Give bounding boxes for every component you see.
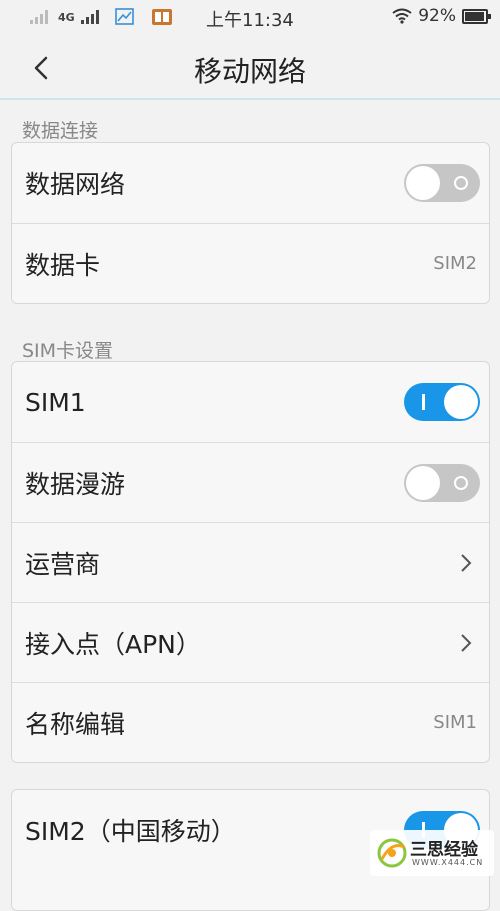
section-label-data: 数据连接: [22, 120, 99, 142]
row-label-sim2: SIM2（中国移动）: [25, 817, 236, 846]
reader-notification-icon: [151, 9, 172, 25]
battery-icon: [462, 8, 491, 24]
header-divider: [0, 98, 500, 100]
status-time: 上午11:34: [206, 10, 294, 31]
row-label-data-network: 数据网络: [25, 170, 126, 199]
watermark-name: 三思经验: [410, 840, 478, 860]
card-sim-settings: SIM1 数据漫游 运营商 接入点（APN） 名称编辑 SIM1: [11, 361, 490, 763]
row-label-sim1: SIM1: [25, 387, 86, 417]
row-label-data-roaming: 数据漫游: [25, 469, 126, 499]
card-data-connection: 数据网络 数据卡 SIM2: [11, 142, 490, 304]
chevron-right-icon: [461, 553, 472, 572]
sim1-toggle[interactable]: [404, 383, 480, 421]
row-name-edit[interactable]: 名称编辑 SIM1: [12, 682, 489, 762]
watermark-url: WWW.X444.CN: [412, 858, 484, 867]
data-card-value: SIM2: [433, 253, 477, 274]
row-label-name-edit: 名称编辑: [25, 709, 126, 739]
data-network-toggle[interactable]: [404, 164, 480, 202]
page-title: 移动网络: [193, 55, 306, 88]
wifi-icon: [392, 8, 412, 24]
status-icons-right: 92%: [392, 6, 491, 26]
chevron-right-icon: [461, 633, 472, 652]
row-sim1[interactable]: SIM1: [12, 362, 489, 442]
signal-sim2-icon: [80, 10, 99, 24]
gallery-notification-icon: [114, 8, 134, 25]
watermark-logo-icon: [377, 838, 407, 868]
row-data-roaming[interactable]: 数据漫游: [12, 442, 489, 522]
row-label-data-card: 数据卡: [25, 250, 101, 280]
signal-sim1-icon: [30, 10, 48, 24]
status-bar: 4G 上午11:34 92%: [0, 0, 500, 36]
row-data-card[interactable]: 数据卡 SIM2: [12, 223, 489, 303]
section-label-sim: SIM卡设置: [22, 340, 114, 362]
app-header: 移动网络: [0, 36, 500, 98]
watermark: 三思经验 WWW.X444.CN: [370, 830, 494, 876]
battery-percent: 92%: [418, 6, 456, 26]
name-edit-value: SIM1: [433, 712, 477, 733]
network-type: 4G: [58, 10, 75, 24]
row-data-network[interactable]: 数据网络: [12, 143, 489, 223]
row-label-carrier: 运营商: [25, 549, 101, 579]
status-icons-left: 4G: [30, 8, 173, 26]
data-roaming-toggle[interactable]: [404, 463, 480, 502]
row-label-apn: 接入点（APN）: [25, 629, 201, 659]
row-carrier[interactable]: 运营商: [12, 522, 489, 602]
row-apn[interactable]: 接入点（APN）: [12, 602, 489, 682]
